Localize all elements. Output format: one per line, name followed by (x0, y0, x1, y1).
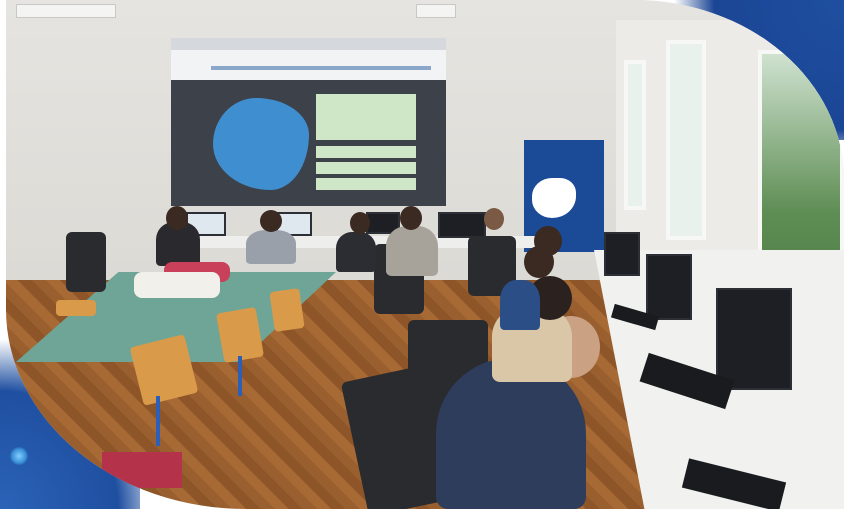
chair-leg (238, 356, 242, 396)
projected-text-box (316, 94, 416, 140)
projected-web-page (171, 38, 446, 206)
projected-text-box (316, 178, 416, 190)
office-chair (66, 232, 106, 292)
student-dark-top (500, 280, 540, 330)
banner-map-graphic (532, 178, 576, 218)
chair-leg (156, 396, 160, 446)
wooden-chair (56, 300, 96, 316)
monitor (646, 254, 692, 320)
window (666, 40, 706, 240)
projected-map-graphic (213, 98, 309, 190)
ceiling-light (416, 4, 456, 18)
wooden-chair (215, 306, 265, 364)
projected-text-box (316, 162, 416, 174)
student-head (260, 210, 282, 232)
ceiling-light (16, 4, 116, 18)
projected-browser-tabs (171, 38, 446, 50)
white-jacket (134, 272, 220, 298)
book-stack (102, 452, 182, 488)
student-grey-sweater (386, 226, 438, 276)
projected-nav-bar (211, 66, 431, 70)
monitor (438, 212, 486, 238)
projected-page-header (171, 38, 446, 80)
student-head (350, 212, 370, 234)
student-head (484, 208, 504, 230)
student-black-top (336, 232, 376, 272)
student-head (400, 206, 422, 230)
classroom-photo (6, 0, 844, 509)
window (624, 60, 646, 210)
wooden-chair (269, 288, 305, 332)
student-head (534, 226, 562, 256)
student-light-shirt (246, 230, 296, 264)
monitor (604, 232, 640, 276)
monitor (716, 288, 792, 390)
projected-text-box (316, 146, 416, 158)
student-head (166, 206, 188, 230)
